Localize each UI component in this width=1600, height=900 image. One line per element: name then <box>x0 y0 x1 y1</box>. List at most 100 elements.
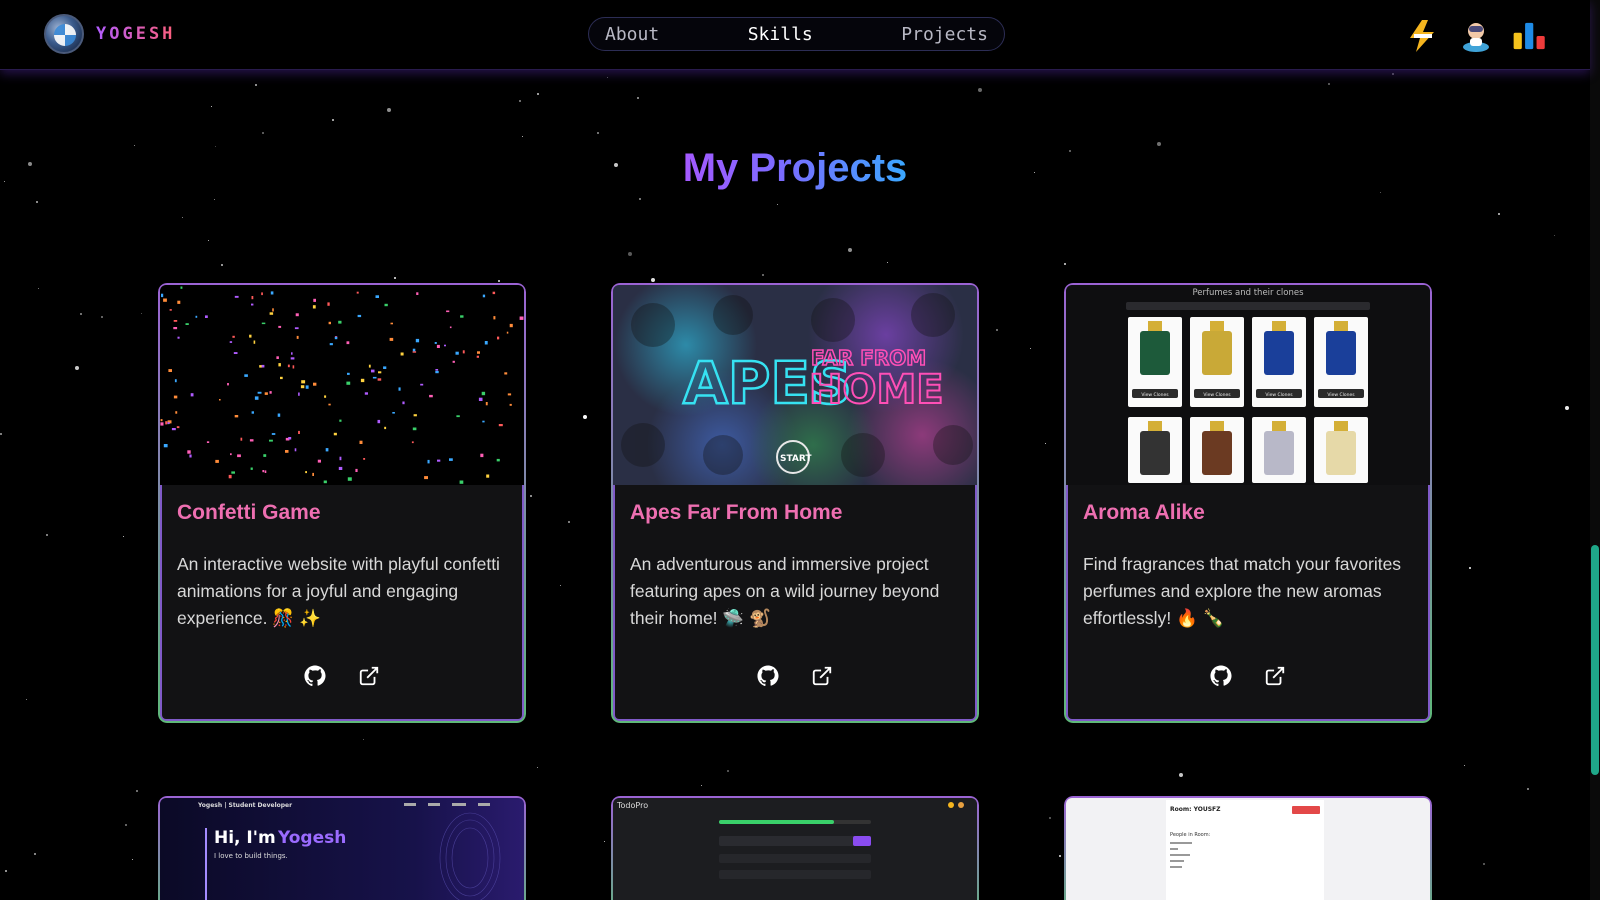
star <box>996 329 998 331</box>
star <box>522 136 523 137</box>
aroma-heading: Perfumes and their clones <box>1192 288 1304 298</box>
main-nav: About Skills Projects <box>588 17 1005 51</box>
star <box>387 108 391 112</box>
star <box>214 199 215 200</box>
star <box>211 106 212 107</box>
star <box>639 198 641 200</box>
star <box>125 824 127 826</box>
star <box>123 536 124 537</box>
project-description: An adventurous and immersive project fea… <box>630 554 940 628</box>
star <box>604 841 605 842</box>
project-links <box>613 665 977 687</box>
room-preview-image[interactable]: Room: YOUSFZ People in Room: <box>1066 798 1430 900</box>
astronaut-icon[interactable] <box>1458 18 1494 54</box>
project-title: Confetti Game <box>177 501 321 524</box>
portfolio-hi-text: Hi, I'm <box>214 828 276 848</box>
home-text: HOME <box>809 367 944 413</box>
todopro-preview-image[interactable]: TodoPro <box>613 798 977 900</box>
project-description: An interactive website with playful conf… <box>177 554 500 628</box>
star <box>255 84 257 86</box>
star <box>332 119 334 121</box>
nav-projects[interactable]: Projects <box>901 24 988 45</box>
external-link-icon[interactable] <box>811 665 833 687</box>
star <box>583 415 587 419</box>
page-scrollbar[interactable] <box>1590 0 1600 900</box>
star <box>208 240 209 241</box>
header-icon-group <box>1404 18 1548 54</box>
project-card-confetti: Confetti Game An interactive website wit… <box>158 283 526 723</box>
star <box>701 785 702 786</box>
star <box>597 132 599 134</box>
star <box>537 767 538 768</box>
star <box>1464 765 1465 766</box>
brand-name: YOGESH <box>96 24 176 44</box>
star <box>262 132 264 134</box>
confetti-preview-image[interactable] <box>160 285 524 485</box>
star <box>978 88 982 92</box>
star <box>1059 855 1061 857</box>
portfolio-preview-image[interactable]: Yogesh | Student Developer Hi, I'm Yoges… <box>160 798 524 900</box>
star <box>1179 773 1183 777</box>
star <box>1380 192 1381 193</box>
room-name-text: Room: YOUSFZ <box>1170 806 1221 813</box>
star <box>1483 863 1485 865</box>
star <box>132 859 133 860</box>
star <box>36 201 38 203</box>
star <box>363 739 364 740</box>
star <box>777 204 778 205</box>
star <box>1565 406 1569 410</box>
portfolio-nav-text: Yogesh | Student Developer <box>197 802 292 809</box>
star <box>1064 263 1066 265</box>
portfolio-tagline: I love to build things. <box>214 852 288 860</box>
star <box>0 433 2 435</box>
star <box>46 534 48 536</box>
star <box>1554 235 1555 236</box>
scrollbar-thumb[interactable] <box>1591 545 1599 775</box>
star <box>5 870 7 872</box>
project-title: Aroma Alike <box>1083 501 1205 524</box>
github-icon[interactable] <box>1210 665 1232 687</box>
star <box>101 316 103 318</box>
nav-about[interactable]: About <box>605 24 659 45</box>
star <box>530 495 532 497</box>
section-title: My Projects <box>682 146 908 190</box>
start-button-label: START <box>780 454 812 464</box>
view-clones-button-label: View Clones <box>1265 392 1293 398</box>
star <box>848 248 852 252</box>
github-icon[interactable] <box>757 665 779 687</box>
star <box>75 366 79 370</box>
view-clones-button-label: View Clones <box>1203 392 1231 398</box>
star <box>568 521 570 523</box>
lightning-toggle-icon[interactable] <box>1404 18 1440 54</box>
apes-preview-image[interactable]: APES FAR FROM HOME START <box>613 285 977 485</box>
project-links <box>160 665 524 687</box>
project-card-room: Room: YOUSFZ People in Room: <box>1064 796 1432 900</box>
star <box>637 97 639 99</box>
project-card-portfolio: Yogesh | Student Developer Hi, I'm Yoges… <box>158 796 526 900</box>
bar-chart-icon[interactable] <box>1512 18 1548 54</box>
portfolio-name-text: Yogesh <box>277 828 346 848</box>
star <box>1498 213 1500 215</box>
star <box>762 274 764 276</box>
room-people-label: People in Room: <box>1170 832 1211 838</box>
star <box>498 280 500 282</box>
project-card-apes: APES FAR FROM HOME START Apes Far From H… <box>611 283 979 723</box>
star <box>1469 567 1471 569</box>
star <box>394 277 396 279</box>
brand-logo[interactable]: YOGESH <box>44 14 175 54</box>
star <box>519 100 521 102</box>
star <box>607 77 608 78</box>
external-link-icon[interactable] <box>1264 665 1286 687</box>
star <box>1328 83 1330 85</box>
star <box>651 278 655 282</box>
project-links <box>1066 665 1430 687</box>
star <box>38 288 39 289</box>
star <box>1527 788 1529 790</box>
star <box>221 264 223 266</box>
star <box>887 262 888 263</box>
external-link-icon[interactable] <box>358 665 380 687</box>
nav-skills[interactable]: Skills <box>748 24 813 45</box>
star <box>1045 443 1046 444</box>
github-icon[interactable] <box>304 665 326 687</box>
aroma-preview-image[interactable]: Perfumes and their clones View Clones Vie… <box>1066 285 1430 485</box>
